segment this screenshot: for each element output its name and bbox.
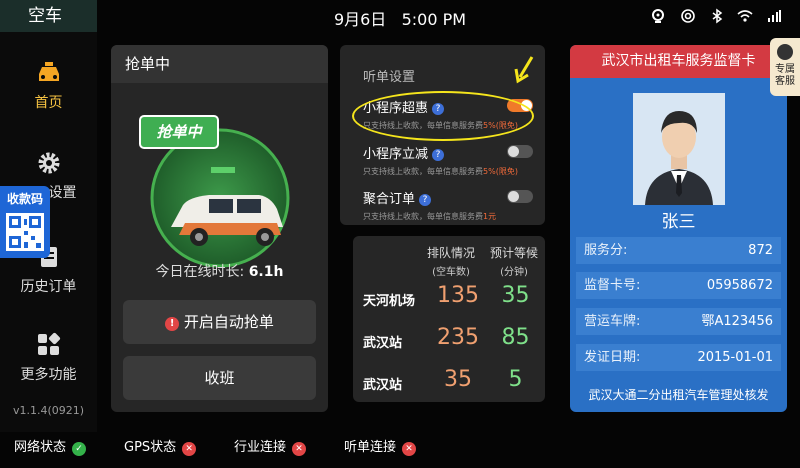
card-issuer: 武汉大通二分出租汽车管理处核发 xyxy=(588,388,769,402)
app-title: 空车 xyxy=(0,0,97,32)
queue-sub-wait: (分钟) xyxy=(500,267,528,278)
grabbing-bubble: 抢单中 xyxy=(139,115,219,149)
queue-header-cars: 排队情况 xyxy=(426,246,475,260)
auto-grab-label: 开启自动抢单 xyxy=(183,313,274,331)
status-listen: 听单连接 ✕ xyxy=(344,436,417,456)
queue-wait: 35 xyxy=(501,283,530,308)
queue-cars: 235 xyxy=(437,325,479,350)
app-version: v1.1.4(0921) xyxy=(12,404,85,417)
cs-label-2: 客服 xyxy=(775,76,795,87)
help-icon[interactable]: ? xyxy=(432,149,445,161)
status-time: 5:00 PM xyxy=(401,10,467,29)
queue-wait: 85 xyxy=(501,325,530,350)
setting-name: 聚合订单 xyxy=(363,192,416,207)
listen-settings-panel: 听单设置 小程序超惠? 只支持线上收款，每单信息服务费5%(限免) 小程序立减?… xyxy=(340,45,545,225)
qr-pay-label: 收款码 xyxy=(6,192,43,206)
status-industry: 行业连接 ✕ xyxy=(234,436,307,456)
sidebar-item-label: 历史订单 xyxy=(20,279,77,295)
bluetooth-icon xyxy=(709,8,725,24)
gear-icon xyxy=(38,152,59,174)
grid-icon xyxy=(37,332,60,355)
queue-place: 武汉站 xyxy=(363,336,403,351)
signal-icon xyxy=(766,8,782,24)
queue-cars: 135 xyxy=(437,283,479,308)
driver-name: 张三 xyxy=(661,212,696,232)
sidebar-item-label: 更多功能 xyxy=(20,367,77,383)
error-icon: ✕ xyxy=(292,442,307,456)
queue-wait: 5 xyxy=(508,367,523,392)
arrow-annotation-icon xyxy=(510,55,536,85)
qr-pay-button[interactable]: 收款码 xyxy=(0,186,50,258)
camera-icon xyxy=(650,8,666,24)
customer-service-button[interactable]: 专属 客服 xyxy=(770,38,800,96)
online-value: 6.1h xyxy=(248,264,284,280)
miniprogram-reduce-toggle[interactable] xyxy=(507,145,533,158)
check-icon: ✓ xyxy=(72,442,87,456)
highlight-ellipse xyxy=(352,91,534,141)
queue-place: 武汉站 xyxy=(363,378,403,393)
grab-panel-title: 抢单中 xyxy=(111,45,328,83)
hotspot-icon xyxy=(680,8,696,24)
sidebar-item-label: 首页 xyxy=(34,95,63,111)
status-gps: GPS状态 ✕ xyxy=(124,436,197,456)
error-icon: ✕ xyxy=(402,442,417,456)
setting-name: 小程序立减 xyxy=(363,147,429,162)
settings-title: 听单设置 xyxy=(363,70,416,85)
status-date: 9月6日 xyxy=(333,10,387,29)
driver-avatar xyxy=(633,93,725,205)
setting-desc: 只支持线上收款，每单信息服务费5%(限免) xyxy=(363,167,518,176)
card-title: 武汉市出租车服务监督卡 xyxy=(570,45,787,78)
aggregate-orders-toggle[interactable] xyxy=(507,190,533,203)
sidebar-item-more[interactable]: 更多功能 xyxy=(0,332,97,384)
alert-icon: ! xyxy=(165,317,180,331)
help-icon[interactable]: ? xyxy=(419,194,432,206)
queue-panel: 排队情况 (空车数) 预计等候 (分钟) 天河机场 135 35 武汉站 235… xyxy=(353,236,545,402)
queue-header-wait: 预计等候 xyxy=(489,246,538,260)
card-field-row: 服务分: 872 xyxy=(576,237,781,264)
online-duration: 今日在线时长: 6.1h xyxy=(111,261,328,281)
setting-row-miniprogram-reduce: 小程序立减? 只支持线上收款，每单信息服务费5%(限免) xyxy=(363,143,533,177)
end-shift-button[interactable]: 收班 xyxy=(123,356,316,400)
auto-grab-button[interactable]: ! 开启自动抢单 xyxy=(123,300,316,344)
card-field-row: 监督卡号: 05958672 xyxy=(576,272,781,299)
setting-row-aggregate-orders: 聚合订单? 只支持线上收款，每单信息服务费1元 xyxy=(363,188,533,222)
queue-sub-cars: (空车数) xyxy=(432,267,470,278)
wifi-icon xyxy=(737,8,753,24)
sidebar-item-home[interactable]: 首页 xyxy=(0,60,97,112)
cs-label-1: 专属 xyxy=(775,64,795,75)
queue-place: 天河机场 xyxy=(363,294,416,309)
supervision-card: 武汉市出租车服务监督卡 张三 服务分: 872 监督卡号: 05958672 营运车… xyxy=(570,45,787,412)
card-field-row: 营运车牌: 鄂A123456 xyxy=(576,308,781,335)
grab-order-panel: 抢单中 抢单中 今日在线时长: 6.1h ! 开启自动抢单 收班 xyxy=(111,45,328,412)
error-icon: ✕ xyxy=(182,442,197,456)
taxi-icon xyxy=(38,62,59,81)
queue-cars: 35 xyxy=(444,367,472,392)
headset-icon xyxy=(777,44,793,60)
card-field-row: 发证日期: 2015-01-01 xyxy=(576,344,781,371)
status-network: 网络状态 ✓ xyxy=(14,436,87,456)
setting-desc: 只支持线上收款，每单信息服务费1元 xyxy=(363,212,497,221)
online-label: 今日在线时长: xyxy=(155,264,245,280)
qr-code-icon xyxy=(6,213,44,251)
